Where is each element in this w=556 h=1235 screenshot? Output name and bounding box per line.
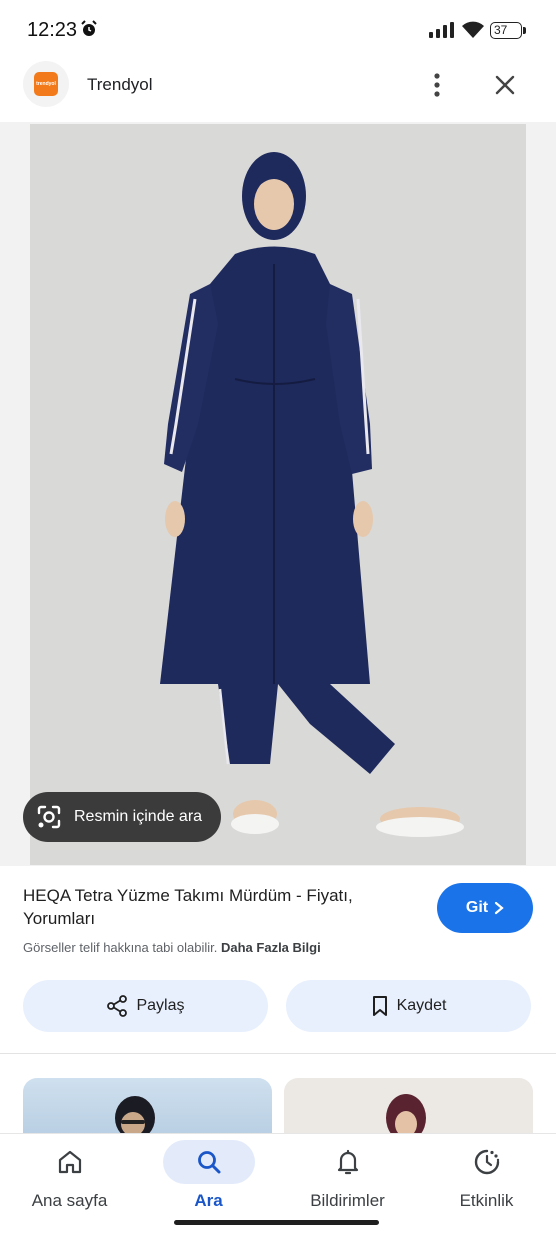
app-header: trendyol Trendyol <box>0 60 556 122</box>
lens-icon <box>37 805 61 829</box>
search-in-image-button[interactable]: Resmin içinde ara <box>23 792 221 842</box>
activity-icon <box>474 1149 499 1175</box>
search-icon <box>197 1151 220 1174</box>
save-button[interactable]: Kaydet <box>286 980 531 1032</box>
more-vert-icon <box>434 73 440 97</box>
related-image-1-preview <box>115 1096 155 1134</box>
visit-label: Git <box>465 899 489 916</box>
alarm-icon <box>81 20 97 36</box>
site-name[interactable]: Trendyol <box>87 75 153 95</box>
more-options-button[interactable] <box>423 68 451 102</box>
close-button[interactable] <box>489 68 521 102</box>
copyright-note: Görseller telif hakkına tabi olabilir. D… <box>23 940 321 955</box>
nav-home[interactable]: Ana sayfa <box>0 1134 139 1224</box>
nav-activity[interactable]: Etkinlik <box>417 1134 556 1224</box>
wifi-icon <box>462 21 484 38</box>
nav-notifications[interactable]: Bildirimler <box>278 1134 417 1224</box>
copyright-text: Görseller telif hakkına tabi olabilir. <box>23 940 218 955</box>
nav-home-label: Ana sayfa <box>31 1191 108 1210</box>
visit-button[interactable]: Git <box>437 883 533 933</box>
product-image[interactable] <box>30 124 526 865</box>
home-icon <box>58 1150 81 1174</box>
nav-activity-label: Etkinlik <box>459 1191 514 1210</box>
site-logo[interactable]: trendyol <box>23 61 69 107</box>
logo-text: trendyol <box>36 81 56 87</box>
battery-level: 37 <box>494 23 508 37</box>
status-time: 12:23 <box>27 19 78 41</box>
share-icon <box>107 995 128 1017</box>
divider <box>0 1053 556 1054</box>
share-button[interactable]: Paylaş <box>23 980 268 1032</box>
result-title[interactable]: HEQA Tetra Yüzme Takımı Mürdüm - Fiyatı,… <box>23 884 413 930</box>
related-image-2[interactable] <box>284 1078 533 1134</box>
save-label: Kaydet <box>396 997 447 1014</box>
model-illustration <box>30 124 526 865</box>
related-image-2-preview <box>386 1094 426 1134</box>
search-in-image-label: Resmin içinde ara <box>74 808 203 825</box>
image-viewer: Resmin içinde ara <box>0 122 556 866</box>
nav-search[interactable]: Ara <box>139 1134 278 1224</box>
gesture-handle <box>174 1220 379 1225</box>
bell-icon <box>337 1149 358 1175</box>
nav-search-label: Ara <box>194 1191 223 1210</box>
battery-icon: 37 <box>490 22 526 39</box>
related-image-1[interactable] <box>23 1078 272 1134</box>
more-info-link[interactable]: Daha Fazla Bilgi <box>221 940 321 955</box>
share-label: Paylaş <box>136 997 185 1014</box>
close-icon <box>495 75 515 95</box>
signal-icon <box>429 22 454 38</box>
status-bar: 12:23 37 <box>0 0 556 60</box>
nav-notifications-label: Bildirimler <box>310 1191 385 1210</box>
bookmark-icon <box>372 996 387 1016</box>
chevron-right-icon <box>495 901 504 915</box>
